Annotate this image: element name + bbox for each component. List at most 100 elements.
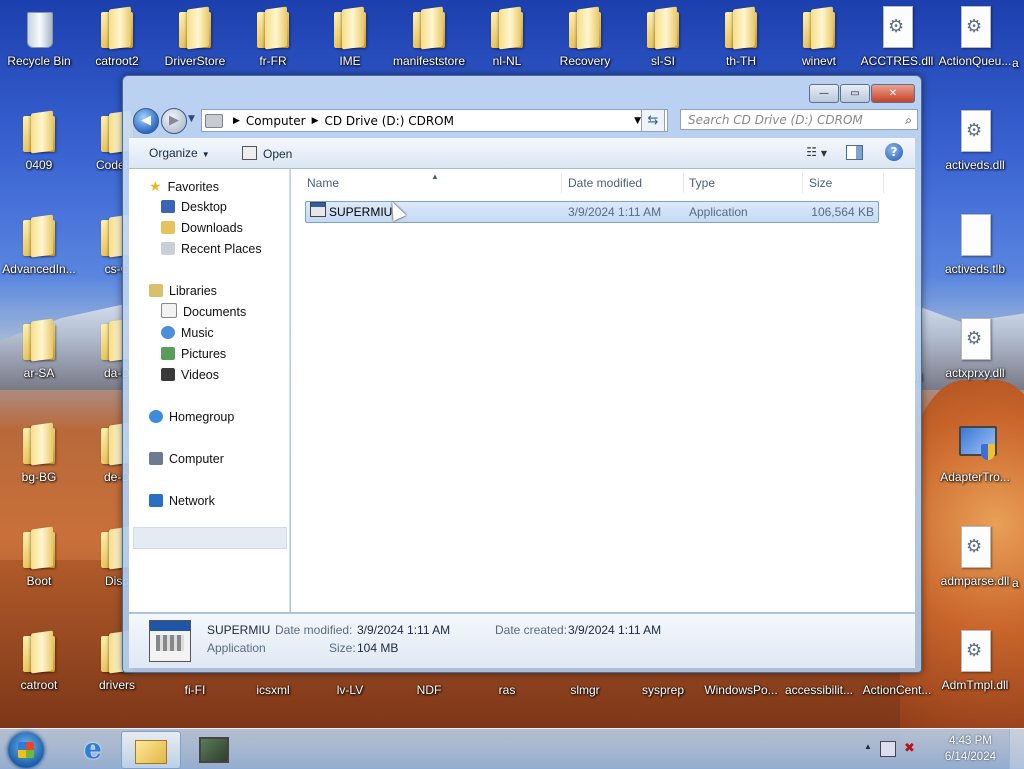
nav-favorites[interactable]: ★ Favorites (149, 176, 219, 196)
search-icon[interactable]: ⌕ (905, 110, 912, 131)
desktop-icon-acctres-dll[interactable]: ACCTRES.dll (860, 6, 934, 68)
column-separator[interactable] (561, 173, 562, 193)
start-button[interactable] (8, 732, 44, 768)
desktop-icon-0409[interactable]: 0409 (2, 110, 76, 172)
desktop-icon-boot[interactable]: Boot (2, 526, 76, 588)
forward-button[interactable]: ▶ (161, 108, 187, 134)
column-date-modified[interactable]: Date modified (568, 169, 642, 197)
desktop-icon-admparse-dll[interactable]: admparse.dll (938, 526, 1012, 588)
desktop-icon-recycle-bin[interactable]: Recycle Bin (2, 6, 76, 68)
open-button[interactable]: Open (242, 146, 292, 161)
nav-homegroup[interactable]: Homegroup (149, 407, 234, 427)
recent-pages-dropdown[interactable]: ▼ (188, 114, 195, 124)
folder-icon (255, 6, 291, 50)
refresh-button[interactable]: ⇆ (641, 109, 665, 132)
desktop-icon-admtmpl-dll[interactable]: AdmTmpl.dll (938, 630, 1012, 692)
folder-icon (411, 6, 447, 50)
desktop-icon-adaptertro[interactable]: AdapterTro... (938, 422, 1012, 484)
nav-network[interactable]: Network (149, 491, 215, 511)
network-status-icon[interactable] (880, 741, 896, 757)
recent-places-icon (161, 242, 175, 255)
breadcrumb-separator-icon[interactable]: ▶ (233, 116, 240, 126)
desktop-icon-slmgr[interactable]: slmgr (548, 683, 622, 697)
column-size[interactable]: Size (809, 169, 832, 197)
taskbar-internet-explorer-icon[interactable] (68, 731, 126, 767)
desktop-icon-catroot[interactable]: catroot (2, 630, 76, 692)
desktop-icon-driverstore[interactable]: DriverStore (158, 6, 232, 68)
nav-pictures[interactable]: Pictures (161, 344, 226, 364)
desktop-icon-activeds-tlb[interactable]: activeds.tlb (938, 214, 1012, 276)
taskbar-windows-explorer-icon[interactable] (121, 731, 181, 769)
desktop-icon-winevt[interactable]: winevt (782, 6, 856, 68)
music-icon (161, 326, 175, 339)
address-bar[interactable]: ▶ Computer ▶ CD Drive (D:) CDROM ▼ (201, 109, 668, 132)
address-dropdown-icon[interactable]: ▼ (634, 116, 641, 126)
details-date-created: 3/9/2024 1:11 AM (568, 623, 662, 637)
desktop-icon-actionqueue-dll[interactable]: ActionQueu... (938, 6, 1012, 68)
column-separator[interactable] (802, 173, 803, 193)
desktop-icon-sl-si[interactable]: sl-SI (626, 6, 700, 68)
pictures-icon (161, 347, 175, 360)
change-view-button[interactable]: ☷ ▼ (806, 145, 827, 159)
desktop-icon-ndf[interactable]: NDF (392, 683, 466, 697)
column-type[interactable]: Type (689, 169, 715, 197)
desktop-icon-partial[interactable]: a (1012, 576, 1024, 590)
close-button[interactable]: ✕ (871, 84, 915, 103)
desktop-icon-icsxml[interactable]: icsxml (236, 683, 310, 697)
desktop-icon-manifeststore[interactable]: manifeststore (392, 6, 466, 68)
preview-pane-button[interactable] (846, 145, 863, 160)
desktop-icon-ar-sa[interactable]: ar-SA (2, 318, 76, 380)
back-button[interactable]: ◀ (133, 108, 159, 134)
desktop-icon-th-th[interactable]: th-TH (704, 6, 778, 68)
search-input[interactable]: Search CD Drive (D:) CDROM ⌕ (680, 109, 918, 130)
desktop-icon-actioncent[interactable]: ActionCent... (860, 683, 934, 697)
nav-recent-places[interactable]: Recent Places (161, 239, 262, 259)
desktop-icon-bg-bg[interactable]: bg-BG (2, 422, 76, 484)
desktop-icon-nl-nl[interactable]: nl-NL (470, 6, 544, 68)
column-name[interactable]: Name (307, 169, 339, 197)
desktop-icon-windowspo[interactable]: WindowsPo... (704, 683, 778, 697)
maximize-button[interactable]: ▭ (840, 84, 870, 103)
downloads-icon (161, 221, 175, 234)
open-icon (242, 146, 257, 160)
taskbar-program-icon[interactable] (183, 731, 241, 767)
desktop-icon-sysprep[interactable]: sysprep (626, 683, 700, 697)
desktop-icon-advancedin[interactable]: AdvancedIn... (2, 214, 76, 276)
nav-computer[interactable]: Computer (149, 449, 224, 469)
desktop-icon-ras[interactable]: ras (470, 683, 544, 697)
column-separator[interactable] (883, 173, 884, 193)
desktop-icon-accessibilit[interactable]: accessibilit... (782, 683, 856, 697)
desktop-icon-ime[interactable]: IME (313, 6, 387, 68)
help-button[interactable]: ? (885, 143, 903, 161)
desktop-icon-fi-fi[interactable]: fi-FI (158, 683, 232, 697)
nav-documents[interactable]: Documents (161, 302, 246, 322)
desktop-icon-catroot2[interactable]: catroot2 (80, 6, 154, 68)
file-size: 106,564 KB (811, 205, 874, 219)
show-hidden-icons-icon[interactable]: ▲ (864, 742, 872, 751)
desktop-icon-fr-fr[interactable]: fr-FR (236, 6, 310, 68)
breadcrumb-computer[interactable]: Computer (246, 114, 306, 128)
star-icon: ★ (149, 178, 162, 194)
volume-muted-icon[interactable]: ✖ (904, 740, 915, 756)
desktop-icon-lv-lv[interactable]: lv-LV (313, 683, 387, 697)
clock[interactable]: 4:43 PM 6/14/2024 (945, 733, 996, 765)
folder-icon (21, 110, 57, 154)
desktop-icon-activeds-dll[interactable]: activeds.dll (938, 110, 1012, 172)
nav-music[interactable]: Music (161, 323, 214, 343)
desktop-icon-actxprxy-dll[interactable]: actxprxy.dll (938, 318, 1012, 380)
desktop-icon-recovery[interactable]: Recovery (548, 6, 622, 68)
organize-button[interactable]: Organize ▼ (149, 146, 210, 160)
desktop-icon-partial[interactable]: a (1012, 56, 1024, 70)
details-file-type: Application (207, 641, 266, 655)
nav-libraries[interactable]: Libraries (149, 281, 217, 301)
nav-videos[interactable]: Videos (161, 365, 219, 385)
column-separator[interactable] (683, 173, 684, 193)
nav-downloads[interactable]: Downloads (161, 218, 243, 238)
breadcrumb-separator-icon[interactable]: ▶ (312, 116, 319, 126)
folder-icon (21, 214, 57, 258)
minimize-button[interactable]: — (809, 84, 839, 103)
show-desktop-button[interactable] (1009, 729, 1024, 769)
dll-file-icon (879, 6, 915, 50)
nav-desktop[interactable]: Desktop (161, 197, 227, 217)
breadcrumb-cd-drive[interactable]: CD Drive (D:) CDROM (325, 114, 454, 128)
